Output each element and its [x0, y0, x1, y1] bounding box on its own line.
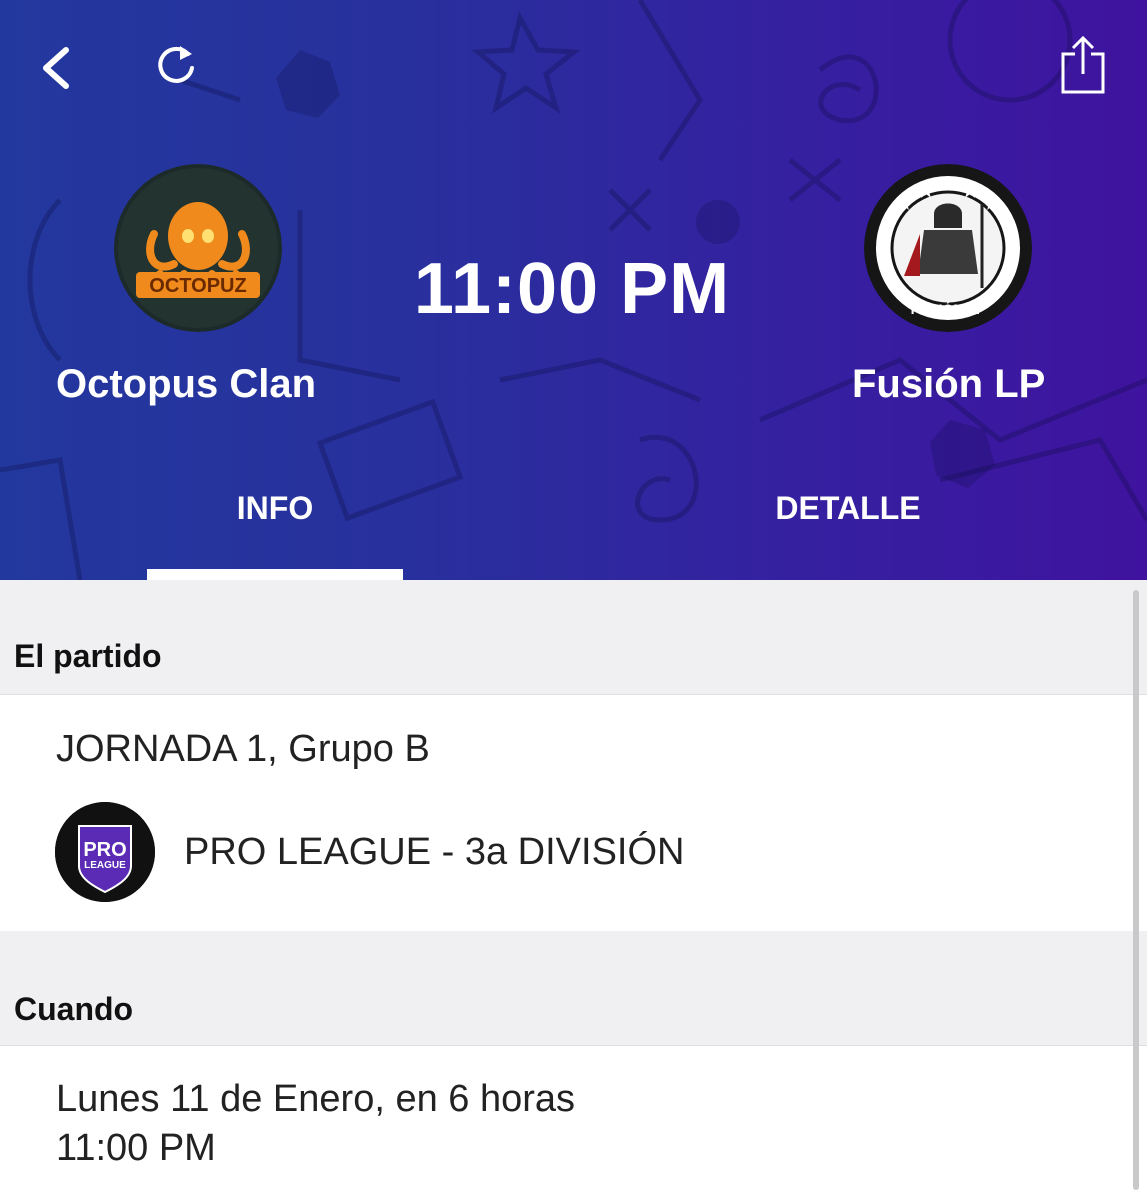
refresh-icon	[158, 46, 194, 83]
home-team-name[interactable]: Octopus Clan	[56, 362, 316, 407]
match-header: OCTOPUZ FUSIÓN LP 11:00 PM Octopus Clan …	[0, 0, 1147, 580]
spartan-logo: FUSIÓN LP	[864, 164, 1032, 332]
chevron-left-icon	[43, 47, 69, 89]
away-team-logo[interactable]: FUSIÓN LP	[864, 164, 1032, 332]
share-button[interactable]	[1055, 34, 1111, 96]
svg-text:PRO: PRO	[83, 839, 126, 861]
tab-detalle[interactable]: DETALLE	[720, 490, 976, 527]
pro-league-logo: PRO LEAGUE	[55, 802, 155, 902]
section-header-cuando: Cuando	[0, 931, 1147, 1045]
away-team-name[interactable]: Fusión LP	[852, 362, 1045, 407]
jornada-text: JORNADA 1, Grupo B	[56, 728, 430, 770]
divider	[0, 1045, 1147, 1046]
match-time-detail: 11:00 PM	[56, 1127, 216, 1169]
home-team-logo[interactable]: OCTOPUZ	[114, 164, 282, 332]
section-header-el-partido: El partido	[0, 580, 1147, 694]
divider	[0, 694, 1147, 695]
refresh-button[interactable]	[150, 40, 202, 92]
tab-info[interactable]: INFO	[147, 490, 403, 527]
svg-text:OCTOPUZ: OCTOPUZ	[149, 275, 246, 297]
share-icon	[1061, 35, 1105, 94]
league-name[interactable]: PRO LEAGUE - 3a DIVISIÓN	[184, 831, 684, 874]
match-time: 11:00 PM	[413, 249, 731, 329]
svg-text:FUSIÓN LP: FUSIÓN LP	[911, 300, 986, 317]
svg-text:LEAGUE: LEAGUE	[84, 860, 126, 871]
league-logo[interactable]: PRO LEAGUE	[55, 802, 155, 902]
active-tab-indicator	[147, 569, 403, 580]
match-date: Lunes 11 de Enero, en 6 horas	[56, 1078, 576, 1120]
scrollbar[interactable]	[1133, 590, 1139, 1190]
back-button[interactable]	[36, 42, 80, 94]
octopus-logo: OCTOPUZ	[114, 164, 282, 332]
